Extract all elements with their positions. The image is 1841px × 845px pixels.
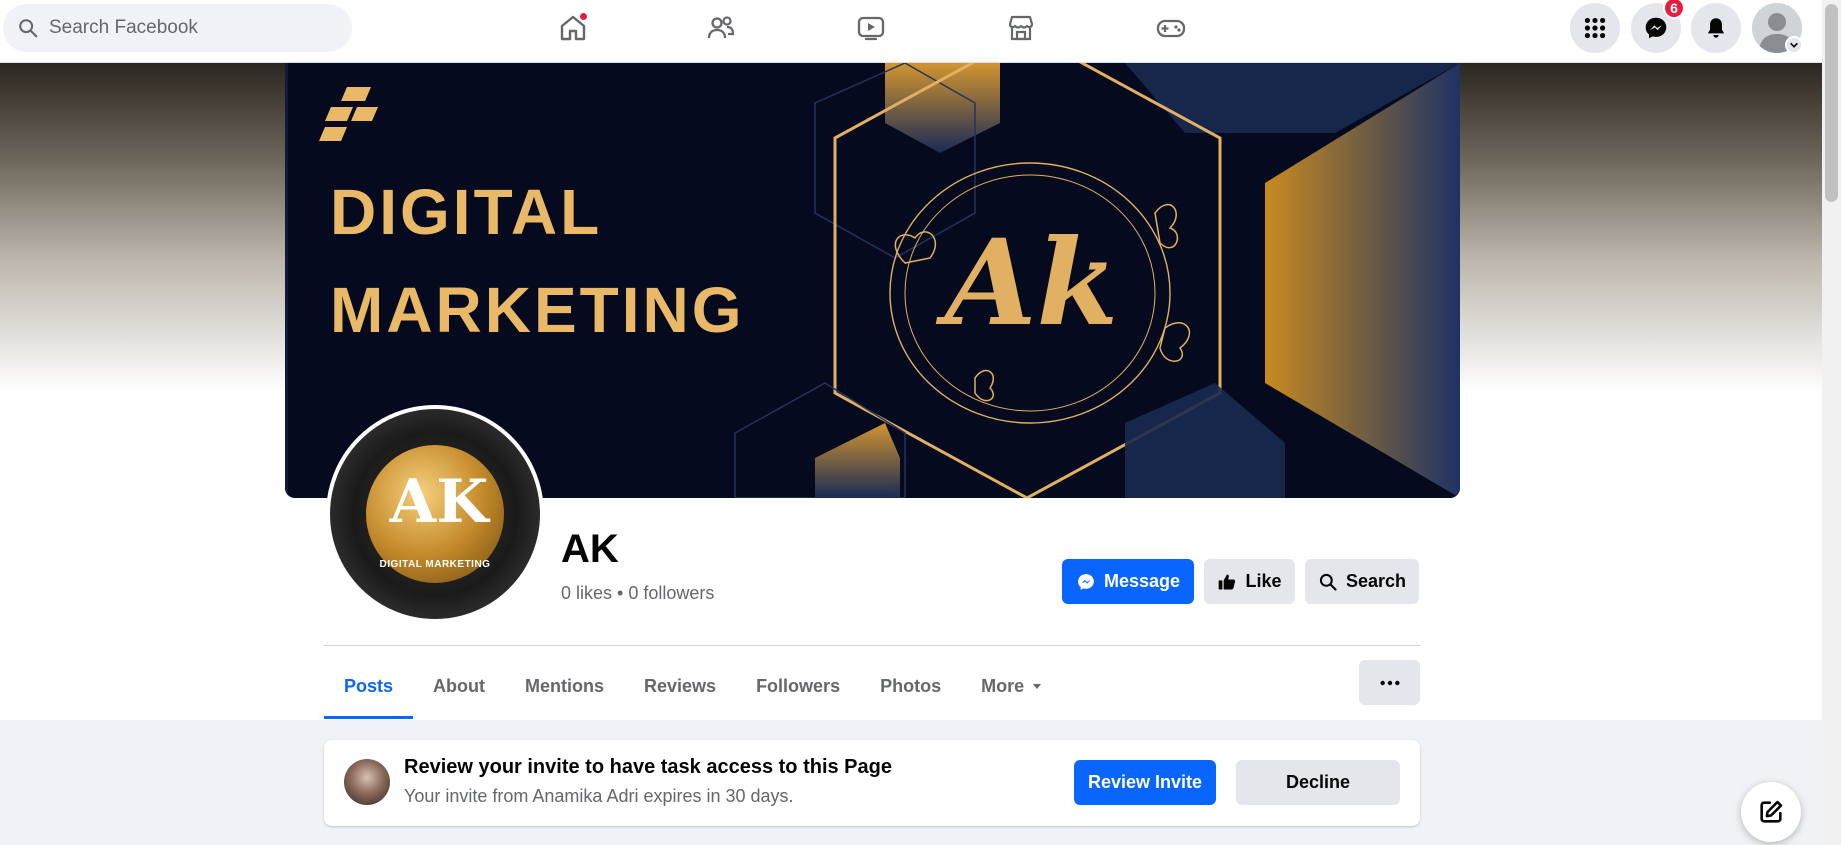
video-icon [857,16,885,41]
compose-icon [1760,800,1783,823]
nav-video[interactable] [847,8,895,48]
tab-photos[interactable]: Photos [860,653,961,719]
tab-posts[interactable]: Posts [324,653,414,719]
grid-menu-icon [1584,17,1606,39]
decline-invite-label: Decline [1285,772,1351,792]
avatar-caption: DIGITAL MARKETING [379,559,491,570]
messenger-icon [1645,17,1667,39]
invite-banner: Review your invite to have task access t… [324,740,1420,826]
search-icon [19,19,38,38]
account-menu-caret[interactable] [1785,36,1803,54]
tab-label: Posts [344,675,394,696]
tab-label: About [433,675,486,696]
invite-title: Review your invite to have task access t… [404,756,892,778]
page-title: AK [561,527,619,571]
review-invite-label: Review Invite [1087,772,1203,792]
page-search-label: Search [1345,571,1407,591]
like-button[interactable]: Like [1204,559,1295,604]
messenger-icon [1078,573,1094,590]
avatar-monogram: AK [389,467,489,537]
tab-mentions[interactable]: Mentions [505,653,624,719]
page-profile-picture[interactable]: AK DIGITAL MARKETING [326,405,544,623]
friends-icon [707,16,735,39]
page-search-button[interactable]: Search [1305,559,1419,604]
messenger-badge: 6 [1663,0,1685,19]
cover-headline-line1: DIGITAL [330,176,603,248]
search-bar[interactable] [3,4,352,52]
caret-down-icon [1033,684,1042,689]
like-button-label: Like [1245,571,1282,591]
marketplace-icon [1008,15,1034,41]
page-scrollbar[interactable] [1822,0,1841,845]
page-header: DIGITAL MARKETING Ak AK DIGITAL MARKETIN… [0,63,1822,720]
review-invite-button[interactable]: Review Invite [1074,760,1216,805]
page-tabs: Posts About Mentions Reviews Followers P… [324,653,1062,719]
cover-monogram: Ak [945,213,1119,352]
new-message-button[interactable] [1741,782,1801,842]
tab-followers[interactable]: Followers [736,653,860,719]
chevron-down-icon [1790,42,1798,48]
header-divider [324,645,1420,646]
nav-home[interactable] [549,8,597,48]
tab-reviews[interactable]: Reviews [624,653,736,719]
message-button-label: Message [1103,571,1181,591]
top-navigation-bar: 6 [0,0,1822,63]
ellipsis-icon [1379,680,1400,685]
scrollbar-thumb[interactable] [1825,4,1838,202]
thumbs-up-icon [1219,574,1236,589]
tab-label: Mentions [525,675,605,696]
notifications-button[interactable] [1691,3,1741,53]
cover-headline-line2: MARKETING [330,274,745,346]
message-button[interactable]: Message [1062,559,1194,604]
bell-icon [1707,18,1725,38]
nav-friends[interactable] [697,8,745,48]
tab-label: Reviews [644,675,717,696]
home-notification-dot [578,11,589,22]
nav-gaming[interactable] [1147,8,1195,48]
search-icon [1319,573,1337,591]
tab-label: Photos [880,675,942,696]
decline-invite-button[interactable]: Decline [1236,760,1400,805]
tab-about[interactable]: About [413,653,505,719]
nav-marketplace[interactable] [997,8,1045,48]
messenger-button[interactable]: 6 [1631,0,1685,53]
invite-subtitle: Your invite from Anamika Adri expires in… [404,786,794,806]
tab-label: More [981,675,1025,696]
tab-more[interactable]: More [961,653,1062,719]
inviter-avatar[interactable] [344,759,390,805]
page-stats[interactable]: 0 likes • 0 followers [561,583,714,604]
gaming-icon [1156,19,1186,38]
tab-label: Followers [756,675,841,696]
more-options-button[interactable] [1359,660,1420,705]
search-input[interactable] [49,17,319,39]
menu-button[interactable] [1570,3,1620,53]
